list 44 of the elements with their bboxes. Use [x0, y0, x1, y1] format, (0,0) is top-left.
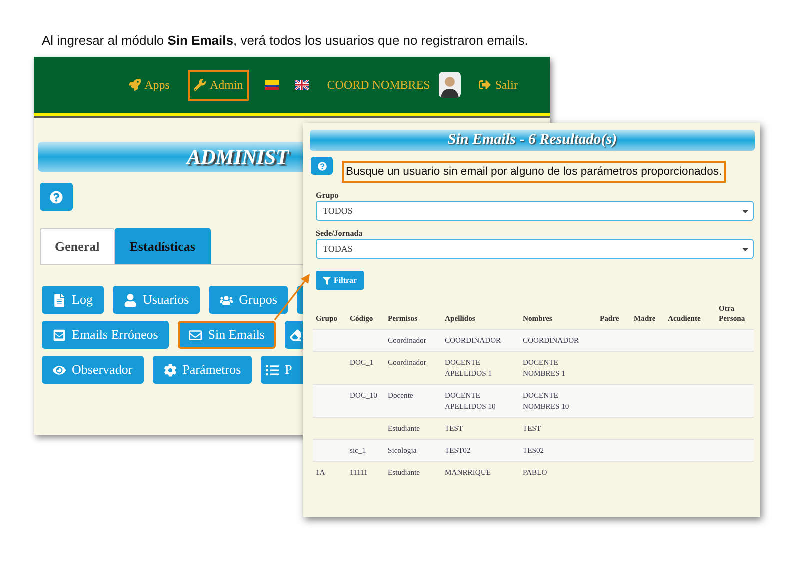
user-icon	[124, 294, 137, 306]
module-button[interactable]: Emails Erróneos	[42, 321, 170, 349]
module-button[interactable]: Observador	[42, 356, 144, 384]
list-icon	[266, 364, 280, 376]
rocket-icon	[128, 79, 141, 91]
tab[interactable]: Estadísticas	[114, 228, 210, 264]
select-field[interactable]: TODOS	[316, 201, 754, 221]
field-label: Sede/Jornada	[316, 229, 364, 238]
wrench-icon	[194, 79, 206, 91]
module-button[interactable]: Parámetros	[152, 356, 252, 384]
nav-link[interactable]: Admin	[188, 70, 250, 100]
module-button[interactable]: Usuarios	[112, 286, 200, 314]
nav-link[interactable]: Apps	[122, 70, 176, 100]
module-button[interactable]: P	[261, 356, 303, 384]
help-icon	[318, 162, 326, 170]
select-field[interactable]: TODAS	[316, 239, 754, 259]
user-name: COORD NOMBRES	[327, 78, 430, 92]
filter-button[interactable]: Filtrar	[316, 271, 364, 290]
hint-text: Busque un usuario sin email por alguno de los parámetros proporcionados.	[342, 161, 726, 183]
help-icon	[50, 190, 63, 204]
results-title: Sin Emails - 6 Resultado(s)	[448, 132, 618, 149]
banner-title: ADMINIST	[187, 144, 288, 170]
exit-icon	[479, 79, 492, 91]
module-button[interactable]: Grupos	[209, 286, 288, 314]
avatar	[439, 72, 462, 98]
module-button[interactable]	[285, 321, 303, 349]
document-icon	[53, 294, 66, 306]
tab[interactable]: General	[40, 228, 115, 264]
field-label: Grupo	[316, 191, 340, 200]
module-button[interactable]: Log	[42, 286, 104, 314]
nav-link[interactable]: Salir	[473, 70, 524, 100]
users-icon	[220, 294, 234, 306]
filter-icon	[323, 276, 331, 284]
help-button[interactable]	[40, 183, 73, 211]
flag-icon[interactable]	[265, 80, 280, 90]
help-button[interactable]	[311, 157, 333, 175]
module-button[interactable]: Sin Emails	[178, 321, 276, 349]
eye-icon	[53, 364, 66, 376]
envelope-icon	[189, 328, 202, 342]
gear-icon	[164, 364, 177, 376]
flag-icon[interactable]	[295, 80, 310, 90]
caption-text: Al ingresar al módulo Sin Emails, verá todos los usuarios que no registraron emails.	[41, 32, 530, 48]
eraser-icon	[290, 328, 301, 342]
envelope-icon	[53, 328, 66, 342]
